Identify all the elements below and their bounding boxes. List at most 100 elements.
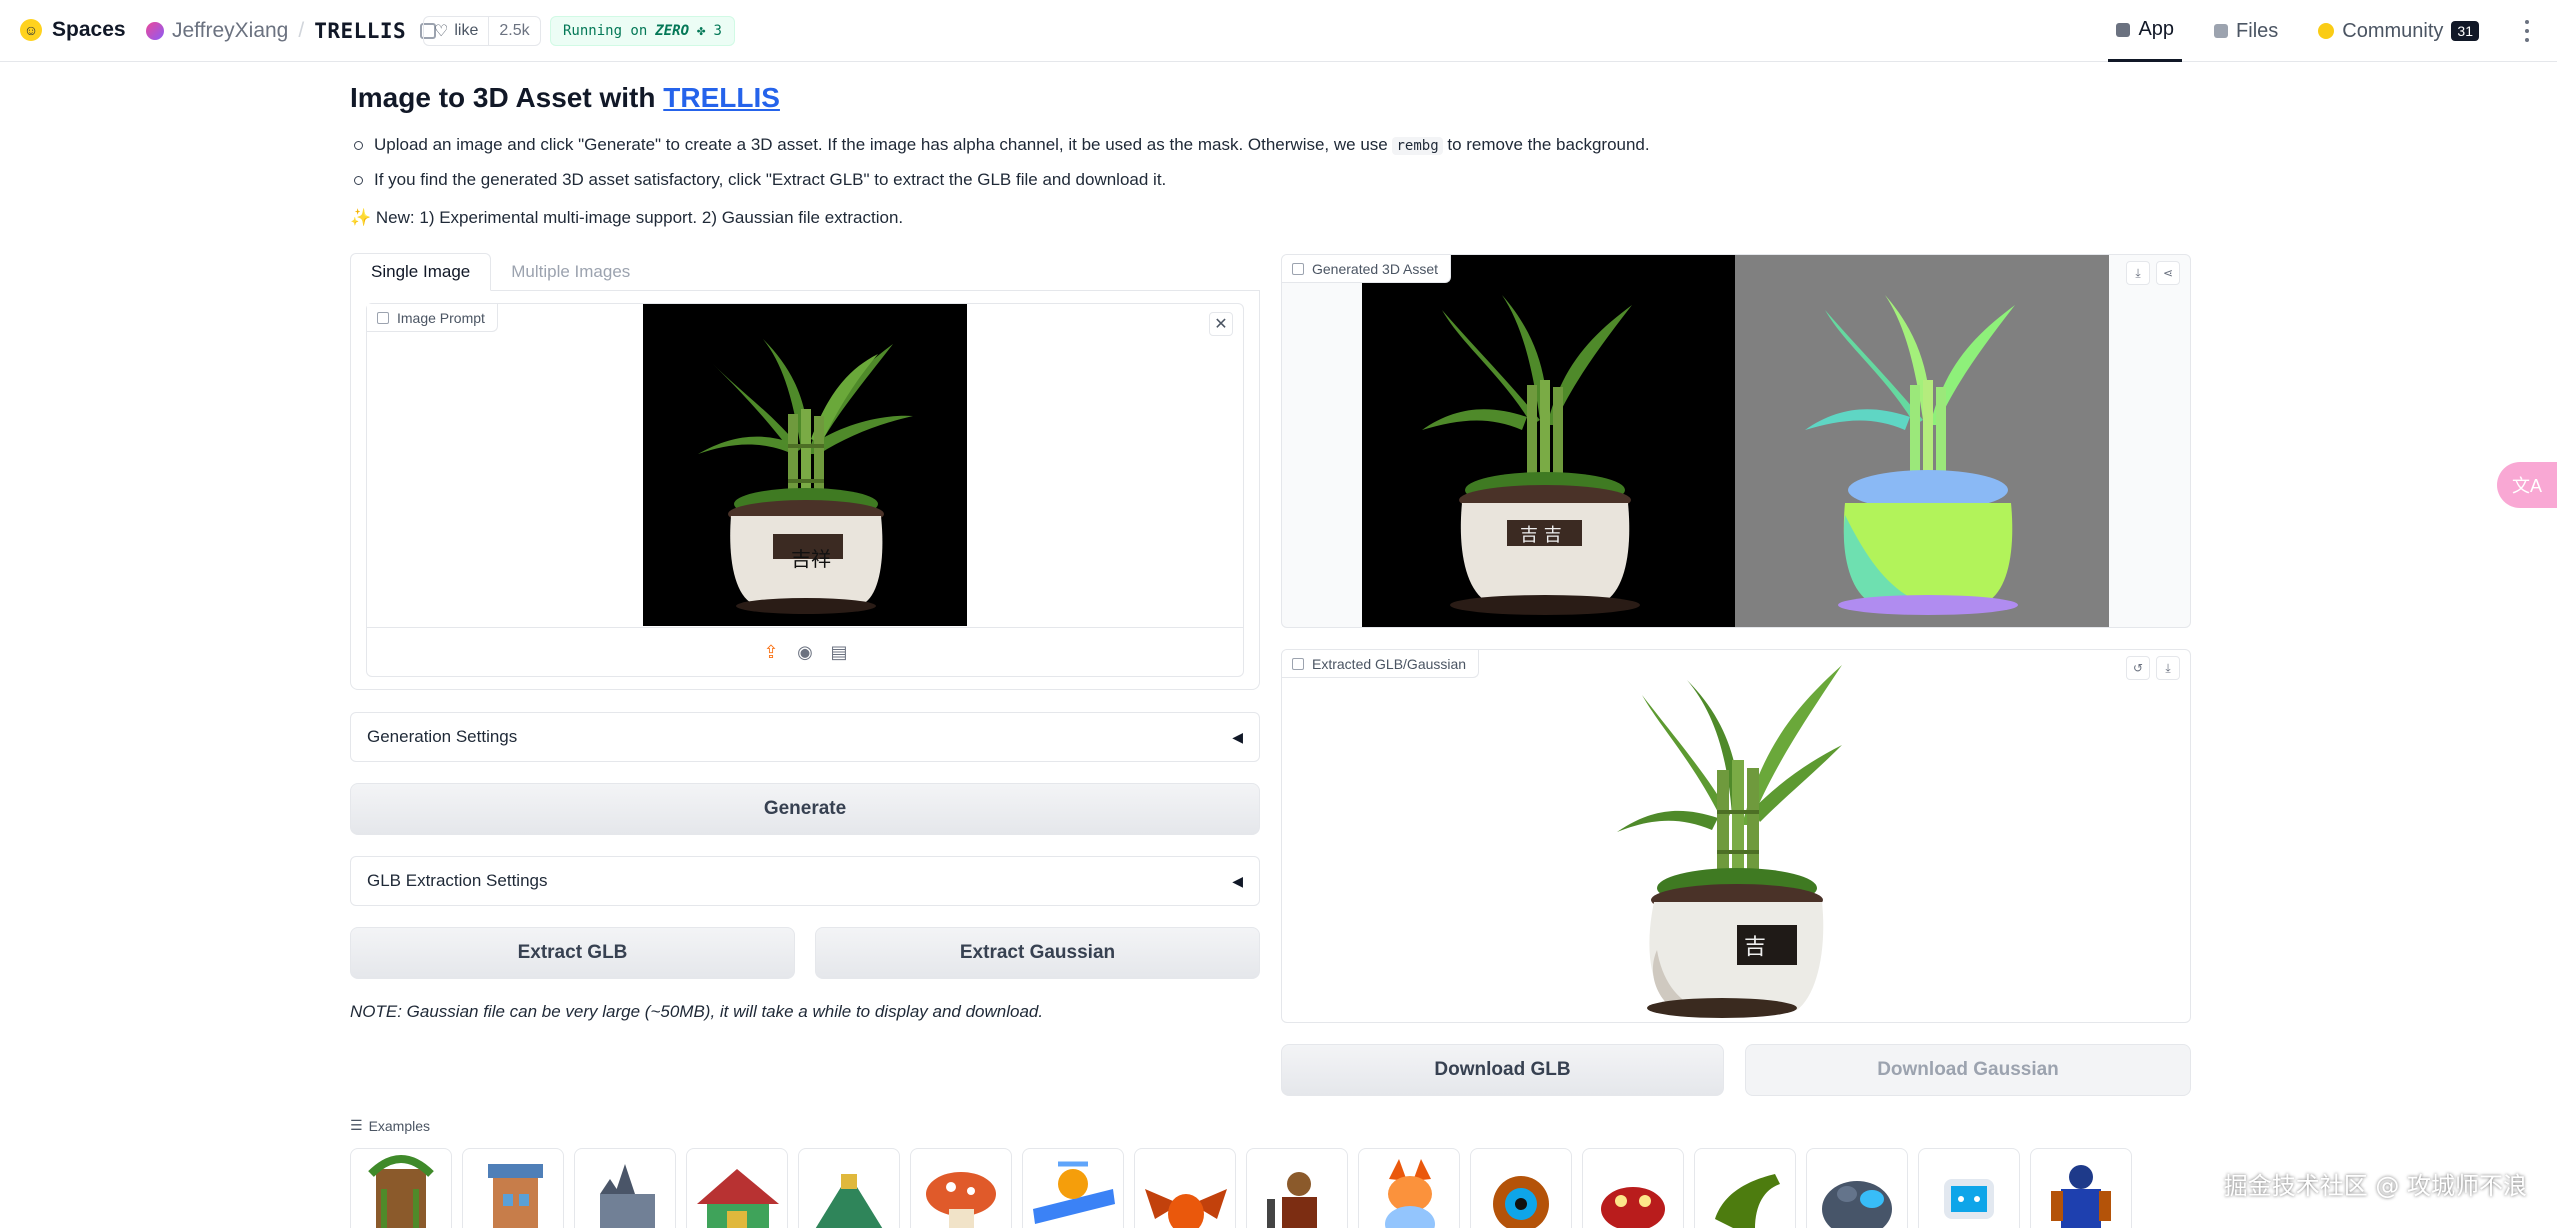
download-gaussian-button[interactable]: Download Gaussian [1745, 1044, 2191, 1096]
tab-app[interactable]: App [2108, 0, 2183, 62]
instruction-item: Upload an image and click "Generate" to … [350, 128, 1750, 163]
instruction-item: If you find the generated 3D asset satis… [350, 163, 1750, 196]
tab-files[interactable]: Files [2206, 0, 2286, 62]
repo-link[interactable]: TRELLIS [314, 19, 406, 43]
examples-title: Examples [368, 1117, 431, 1134]
community-count-badge: 31 [2451, 21, 2479, 41]
clear-image-button[interactable]: ✕ [1209, 312, 1233, 336]
more-options-icon[interactable] [2523, 20, 2531, 42]
example-rock-golem[interactable] [1806, 1148, 1908, 1228]
color-render: 吉 吉 [1362, 255, 1735, 627]
example-castle-tower[interactable] [462, 1148, 564, 1228]
image-prompt-block: 吉祥 Image Prompt ✕ ⇪ ◉ ▤ [366, 303, 1244, 677]
download-icon[interactable]: ⤓ [2156, 656, 2180, 680]
glb-settings-accordion[interactable]: GLB Extraction Settings ◀ [350, 856, 1260, 906]
generation-settings-label: Generation Settings [367, 727, 518, 746]
webcam-icon[interactable]: ◉ [795, 642, 815, 663]
download-glb-button[interactable]: Download GLB [1281, 1044, 1724, 1096]
news-line: ✨ New: 1) Experimental multi-image suppo… [350, 208, 903, 228]
gaussian-note: NOTE: Gaussian file can be very large (~… [350, 1002, 1044, 1021]
running-prefix: Running on [563, 23, 648, 39]
users-icon: ✤ [697, 23, 706, 39]
tab-files-label: Files [2236, 19, 2279, 42]
generation-settings-accordion[interactable]: Generation Settings ◀ [350, 712, 1260, 762]
example-pyramid-temple[interactable] [798, 1148, 900, 1228]
download-icon[interactable]: ⤓ [2126, 261, 2150, 285]
expand-arrow-icon: ◀ [1232, 872, 1243, 889]
example-vine-tower[interactable] [350, 1148, 452, 1228]
example-windmill-drone[interactable] [1022, 1148, 1124, 1228]
instructions-list: Upload an image and click "Generate" to … [350, 128, 1750, 196]
video-icon [1292, 262, 1304, 275]
extracted-model-label: Extracted GLB/Gaussian [1282, 650, 1480, 678]
example-robot-bug[interactable] [1582, 1148, 1684, 1228]
trellis-link[interactable]: TRELLIS [663, 82, 780, 113]
owner-avatar [146, 22, 164, 40]
community-icon [2318, 23, 2335, 39]
generated-asset-label: Generated 3D Asset [1282, 255, 1452, 283]
generate-button[interactable]: Generate [350, 783, 1260, 835]
top-bar: ☺ Spaces JeffreyXiang / TRELLIS ♡ like 2… [0, 0, 2557, 62]
clipboard-icon[interactable]: ▤ [829, 642, 849, 663]
glb-settings-label: GLB Extraction Settings [367, 871, 548, 890]
example-fox-creature[interactable] [1358, 1148, 1460, 1228]
generated-asset-text: Generated 3D Asset [1312, 260, 1439, 277]
instruction-text: If you find the generated 3D asset satis… [374, 170, 1167, 189]
running-count: 3 [713, 23, 722, 39]
instruction-text: Upload an image and click "Generate" to … [374, 135, 1388, 154]
files-icon [2214, 24, 2229, 38]
tab-multiple-images[interactable]: Multiple Images [491, 253, 650, 290]
extract-glb-button[interactable]: Extract GLB [350, 927, 795, 979]
repo-path: JeffreyXiang / TRELLIS [146, 19, 437, 43]
extracted-model-viewer[interactable]: 吉 Extracted GLB/Gaussian ↺ ⤓ [1281, 649, 2191, 1023]
like-count: 2.5k [499, 22, 530, 39]
title-prefix: Image to 3D Asset with [350, 82, 656, 113]
image-prompt-label: Image Prompt [367, 304, 498, 332]
extract-gaussian-button[interactable]: Extract Gaussian [815, 927, 1260, 979]
running-hardware: ZERO [655, 23, 690, 39]
example-steampunk-eye[interactable] [1470, 1148, 1572, 1228]
like-button[interactable]: ♡ like 2.5k [423, 16, 541, 46]
example-stone-castle[interactable] [574, 1148, 676, 1228]
svg-text:吉: 吉 [1744, 935, 1766, 960]
generated-asset-video: 吉 吉 Generated 3D Asset ⤓ ⋖ [1281, 254, 2191, 628]
example-pagoda-house[interactable] [686, 1148, 788, 1228]
tab-single-image[interactable]: Single Image [350, 253, 492, 291]
example-red-dragon[interactable] [1134, 1148, 1236, 1228]
example-armored-knight[interactable] [2030, 1148, 2132, 1228]
owner-link[interactable]: JeffreyXiang [172, 19, 288, 43]
file-icon [1292, 657, 1304, 670]
undo-icon[interactable]: ↺ [2126, 656, 2150, 680]
examples-gallery [350, 1148, 2132, 1228]
example-dinosaur[interactable] [1694, 1148, 1796, 1228]
svg-text:吉 吉: 吉 吉 [1520, 525, 1562, 546]
hf-logo-icon: ☺ [20, 19, 42, 41]
instruction-text-after: to remove the background. [1447, 135, 1650, 154]
video-tools: ⤓ ⋖ [2126, 261, 2180, 285]
prompt-image: 吉祥 [643, 304, 967, 626]
spaces-brand[interactable]: ☺ Spaces [20, 18, 126, 42]
like-label: like [454, 22, 479, 39]
share-icon[interactable]: ⋖ [2156, 261, 2180, 285]
video-frame[interactable]: 吉 吉 [1362, 255, 2109, 627]
translate-icon[interactable]: 文A [2497, 462, 2557, 508]
upload-icon[interactable]: ⇪ [761, 642, 781, 663]
sparkle-icon: ✨ [350, 208, 372, 227]
example-mushroom-house[interactable] [910, 1148, 1012, 1228]
tab-community-label: Community [2342, 19, 2444, 42]
example-warrior[interactable] [1246, 1148, 1348, 1228]
input-tabs: Single Image Multiple Images [350, 253, 1260, 291]
expand-arrow-icon: ◀ [1232, 728, 1243, 745]
instruction-code: rembg [1392, 137, 1443, 155]
tab-app-label: App [2138, 18, 2175, 40]
model-tools: ↺ ⤓ [2126, 656, 2180, 680]
running-badge[interactable]: Running on ZERO ✤ 3 [550, 16, 735, 46]
app-icon [2116, 22, 2131, 37]
example-tv-robot[interactable] [1918, 1148, 2020, 1228]
path-separator: / [298, 19, 305, 42]
watermark-text: 掘金技术社区 @ 攻城师不浪 [2223, 1172, 2527, 1200]
normal-render [1735, 255, 2109, 627]
close-icon: ✕ [1214, 316, 1228, 333]
tab-community[interactable]: Community 31 [2310, 0, 2487, 62]
image-source-toolbar: ⇪ ◉ ▤ [367, 627, 1243, 677]
